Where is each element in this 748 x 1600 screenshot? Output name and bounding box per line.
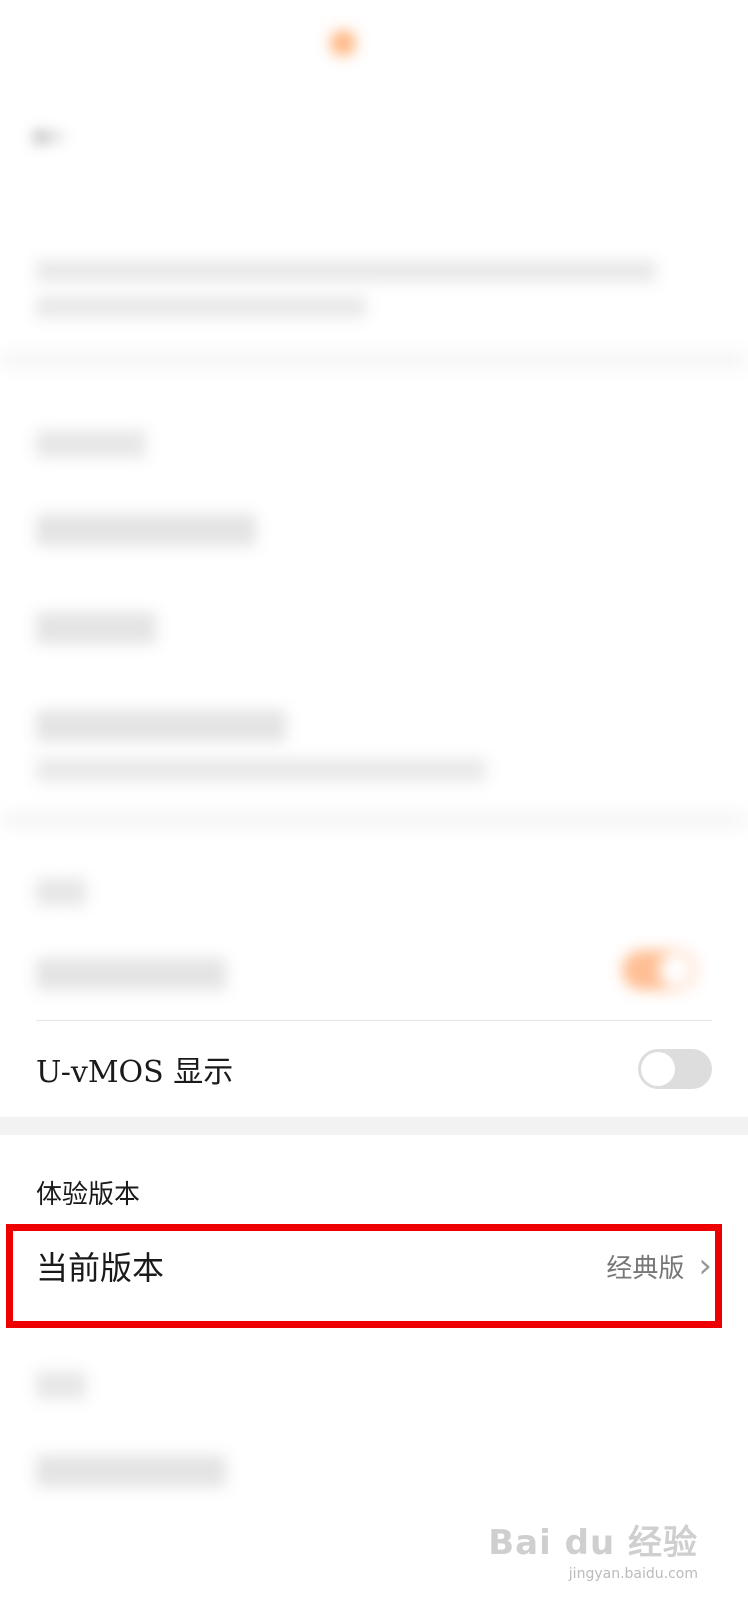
page-header: ←	[0, 90, 748, 180]
back-arrow-icon[interactable]: ←	[32, 114, 64, 158]
current-version-value-wrap: 经典版 ›	[606, 1248, 712, 1285]
experience-version-title-wrap: 体验版本	[0, 1135, 748, 1211]
current-version-label: 当前版本	[36, 1249, 165, 1287]
chevron-right-icon: ›	[698, 1246, 712, 1286]
experience-version-section: 体验版本 当前版本 经典版 ›	[0, 1135, 748, 1321]
umos-block: U-vMOS 显示	[0, 1020, 748, 1117]
watermark-url: jingyan.baidu.com	[568, 1566, 698, 1582]
settings-screen: ← U-vMOS 显示 体验版本 当前版本 经典版 › Bai du 经验 ji…	[0, 0, 748, 1600]
baidu-watermark: Bai du 经验 jingyan.baidu.com	[488, 1515, 698, 1582]
current-version-value: 经典版	[606, 1253, 685, 1284]
blurred-toggle[interactable]	[622, 950, 696, 990]
umos-row[interactable]: U-vMOS 显示	[0, 1021, 748, 1117]
watermark-main: Bai du 经验	[488, 1523, 698, 1563]
status-bar	[0, 0, 748, 90]
current-version-row[interactable]: 当前版本 经典版 ›	[0, 1211, 748, 1321]
section-gap	[0, 810, 748, 830]
clear-region: U-vMOS 显示 体验版本 当前版本 经典版 ›	[0, 1020, 748, 1321]
experience-version-title: 体验版本	[36, 1180, 141, 1210]
umos-toggle[interactable]	[638, 1049, 712, 1089]
section-gap	[0, 1117, 748, 1135]
notification-dot	[330, 30, 356, 56]
toggle-knob	[641, 1052, 675, 1086]
umos-label: U-vMOS 显示	[36, 1055, 234, 1090]
blurred-region: ←	[0, 0, 748, 1020]
blurred-display-block	[0, 830, 748, 1020]
section-gap	[0, 350, 748, 370]
blurred-settings-block	[0, 370, 748, 810]
blurred-intro-block	[0, 180, 748, 350]
